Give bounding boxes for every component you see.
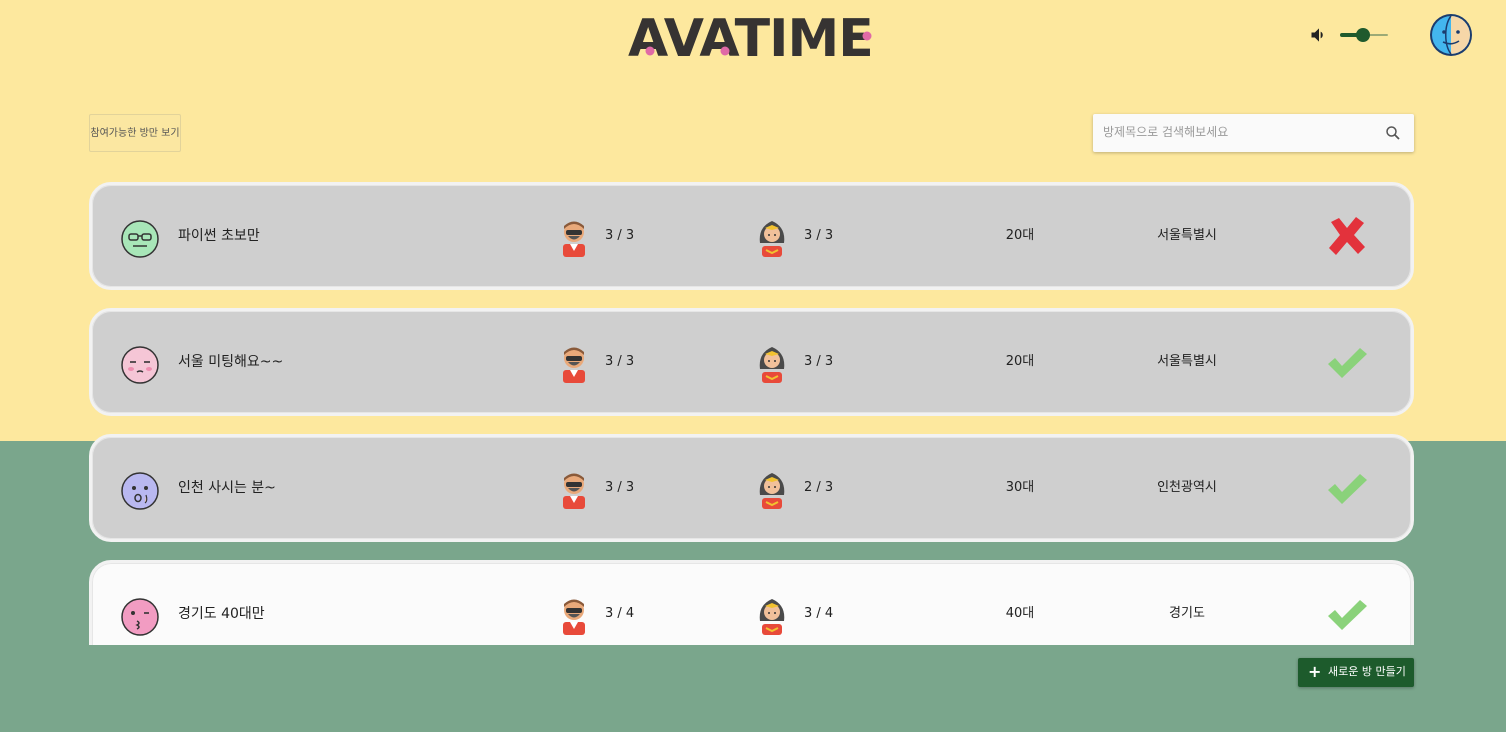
female-icon xyxy=(759,473,785,509)
region-label: 서울특별시 xyxy=(1157,228,1217,243)
age-label: 30대 xyxy=(1005,480,1035,495)
female-icon xyxy=(759,347,785,383)
volume-icon[interactable] xyxy=(1309,25,1329,45)
female-count: 3 / 4 xyxy=(804,606,834,621)
age-label: 20대 xyxy=(1005,354,1035,369)
room-title: 파이썬 초보만 xyxy=(178,228,260,244)
age-label: 40대 xyxy=(1005,606,1035,621)
volume-slider[interactable] xyxy=(1340,28,1388,42)
room-list: 파이썬 초보만 3 / 3 3 / 3 20대 서울특별시 서울 미팅해요~~ … xyxy=(89,182,1414,645)
region-label: 서울특별시 xyxy=(1157,354,1217,369)
room-available-check-icon xyxy=(1328,348,1367,378)
room-avatar-icon xyxy=(121,220,159,258)
room-available-check-icon xyxy=(1328,600,1367,630)
create-room-label: 새로운 방 만들기 xyxy=(1328,665,1406,678)
male-icon xyxy=(563,473,585,509)
female-icon xyxy=(759,221,785,257)
available-rooms-filter-button[interactable]: 참여가능한 방만 보기 xyxy=(89,114,181,152)
app-logo[interactable]: AVATIME xyxy=(626,8,876,64)
search-input[interactable]: 방제목으로 검색해보세요 xyxy=(1093,114,1414,152)
search-icon[interactable] xyxy=(1384,124,1402,142)
room-available-check-icon xyxy=(1328,474,1367,504)
room-card[interactable]: 경기도 40대만 3 / 4 3 / 4 40대 경기도 xyxy=(89,560,1414,645)
female-count: 3 / 3 xyxy=(804,354,834,369)
room-card[interactable]: 서울 미팅해요~~ 3 / 3 3 / 3 20대 서울특별시 xyxy=(89,308,1414,416)
room-avatar-icon xyxy=(121,472,159,510)
male-icon xyxy=(563,221,585,257)
svg-text:AVATIME: AVATIME xyxy=(628,9,873,64)
male-count: 3 / 3 xyxy=(605,354,635,369)
room-title: 인천 사시는 분~ xyxy=(178,480,276,496)
plus-icon: + xyxy=(1308,662,1322,681)
male-count: 3 / 4 xyxy=(605,606,635,621)
room-card[interactable]: 파이썬 초보만 3 / 3 3 / 3 20대 서울특별시 xyxy=(89,182,1414,290)
female-count: 2 / 3 xyxy=(804,480,834,495)
male-count: 3 / 3 xyxy=(605,480,635,495)
room-full-cross-icon xyxy=(1329,217,1365,255)
female-icon xyxy=(759,599,785,635)
room-avatar-icon xyxy=(121,346,159,384)
create-room-button[interactable]: + 새로운 방 만들기 xyxy=(1298,658,1414,687)
region-label: 경기도 xyxy=(1169,606,1205,621)
age-label: 20대 xyxy=(1005,228,1035,243)
volume-thumb[interactable] xyxy=(1356,28,1370,42)
region-label: 인천광역시 xyxy=(1157,480,1217,495)
female-count: 3 / 3 xyxy=(804,228,834,243)
room-avatar-icon xyxy=(121,598,159,636)
male-count: 3 / 3 xyxy=(605,228,635,243)
male-icon xyxy=(563,599,585,635)
room-title: 서울 미팅해요~~ xyxy=(178,354,284,370)
male-icon xyxy=(563,347,585,383)
room-card[interactable]: 인천 사시는 분~ 3 / 3 2 / 3 30대 인천광역시 xyxy=(89,434,1414,542)
profile-avatar-icon[interactable] xyxy=(1429,13,1473,57)
room-title: 경기도 40대만 xyxy=(178,606,265,622)
search-placeholder: 방제목으로 검색해보세요 xyxy=(1103,125,1229,139)
